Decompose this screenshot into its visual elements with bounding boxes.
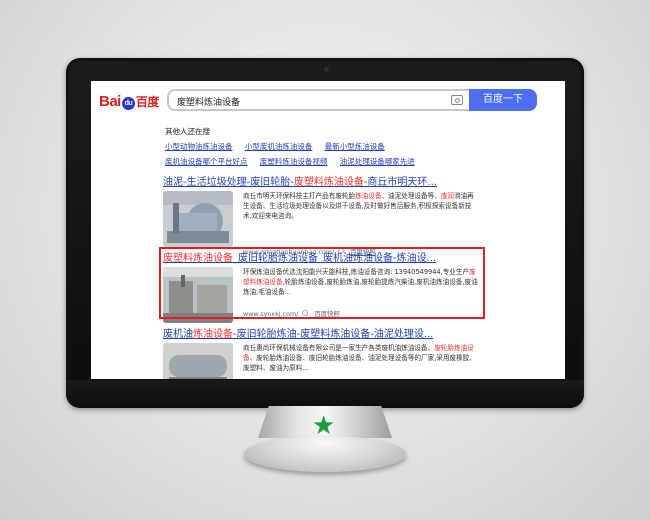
search-result: 废机油炼油设备-废旧轮胎炼油-废塑料炼油设备-油泥处理设... 商丘惠尚环保机械… xyxy=(163,325,483,379)
related-searches: 其他人还在搜 小型动物油炼油设备 小型废机油炼油设备 最新小型炼油设备 废机油设… xyxy=(165,126,465,171)
related-row: 废机油设备哪个平台好点 废塑料炼油设备视频 油泥处理设备哪家先进 xyxy=(165,156,465,167)
browser-screen: Baidu百度 百度一下 其他人还在搜 小型动物油炼油设备 小型废机油炼油设备 … xyxy=(91,81,565,379)
related-link[interactable]: 废塑料炼油设备视频 xyxy=(260,157,328,166)
result-description: 商丘惠尚环保机械设备有限公司是一家生产各类废机油炼油设备、废轮胎炼油设备、废轮胎… xyxy=(243,344,476,372)
result-title[interactable]: 油泥-生活垃圾处理-废旧轮胎-废塑料炼油设备-商丘市明天环... xyxy=(163,173,483,188)
related-title: 其他人还在搜 xyxy=(165,127,210,136)
star-icon: ★ xyxy=(312,411,336,441)
webcam-icon xyxy=(324,67,329,72)
monitor: Baidu百度 百度一下 其他人还在搜 小型动物油炼油设备 小型废机油炼油设备 … xyxy=(66,58,584,408)
related-link[interactable]: 废机油设备哪个平台好点 xyxy=(165,157,248,166)
search-box[interactable] xyxy=(167,89,469,111)
result-description: 商丘市明天环保科技主打产品有废轮胎炼油设备、油泥处理设备等、废润滑油再生设备、生… xyxy=(243,192,474,220)
search-input[interactable] xyxy=(175,93,449,110)
result-thumbnail[interactable] xyxy=(163,191,233,247)
related-link[interactable]: 小型动物油炼油设备 xyxy=(165,142,233,151)
related-link[interactable]: 最新小型炼油设备 xyxy=(325,142,385,151)
baidu-logo[interactable]: Bai du 百度 xyxy=(99,93,159,110)
monitor-chin xyxy=(66,380,584,408)
baidu-paw-icon: du xyxy=(121,97,135,110)
camera-icon[interactable] xyxy=(451,95,463,105)
related-link[interactable]: 小型废机油炼油设备 xyxy=(245,142,313,151)
search-button[interactable]: 百度一下 xyxy=(469,89,537,111)
monitor-base xyxy=(244,436,406,472)
related-link[interactable]: 油泥处理设备哪家先进 xyxy=(340,157,415,166)
search-header: Baidu百度 百度一下 xyxy=(91,81,565,123)
monitor-bezel: Baidu百度 百度一下 其他人还在搜 小型动物油炼油设备 小型废机油炼油设备 … xyxy=(69,61,581,405)
result-thumbnail[interactable] xyxy=(163,343,233,379)
related-row: 小型动物油炼油设备 小型废机油炼油设备 最新小型炼油设备 xyxy=(165,141,465,152)
highlight-box xyxy=(159,247,485,319)
result-title[interactable]: 废机油炼油设备-废旧轮胎炼油-废塑料炼油设备-油泥处理设... xyxy=(163,325,483,340)
